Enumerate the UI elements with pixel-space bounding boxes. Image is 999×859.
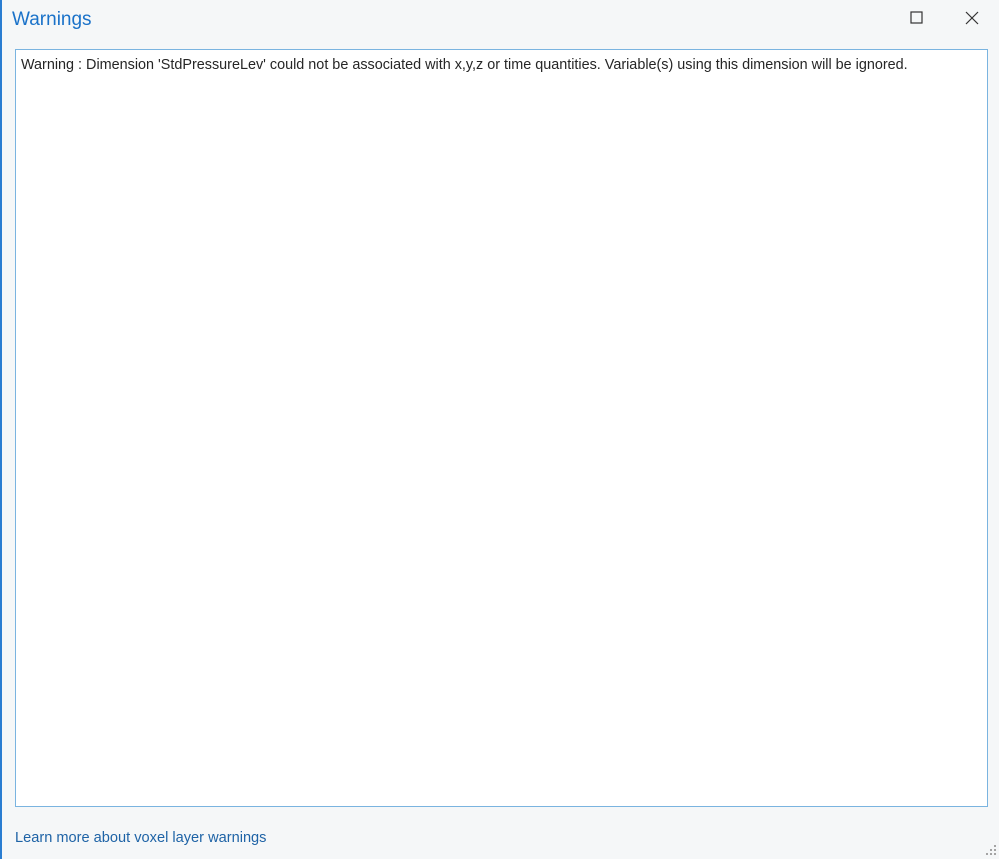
maximize-button[interactable] [901,4,931,32]
resize-grip-icon [986,845,996,855]
warnings-textbox[interactable]: Warning : Dimension 'StdPressureLev' cou… [15,49,988,807]
learn-more-link[interactable]: Learn more about voxel layer warnings [15,829,266,847]
close-button[interactable] [956,4,986,32]
warnings-dialog: Warnings Warning : Dimension 'StdPressur… [0,0,999,859]
warning-message: Warning : Dimension 'StdPressureLev' cou… [21,57,908,73]
close-icon [965,11,979,25]
maximize-icon [910,11,923,24]
dialog-title: Warnings [12,9,92,30]
resize-grip[interactable] [984,843,998,857]
